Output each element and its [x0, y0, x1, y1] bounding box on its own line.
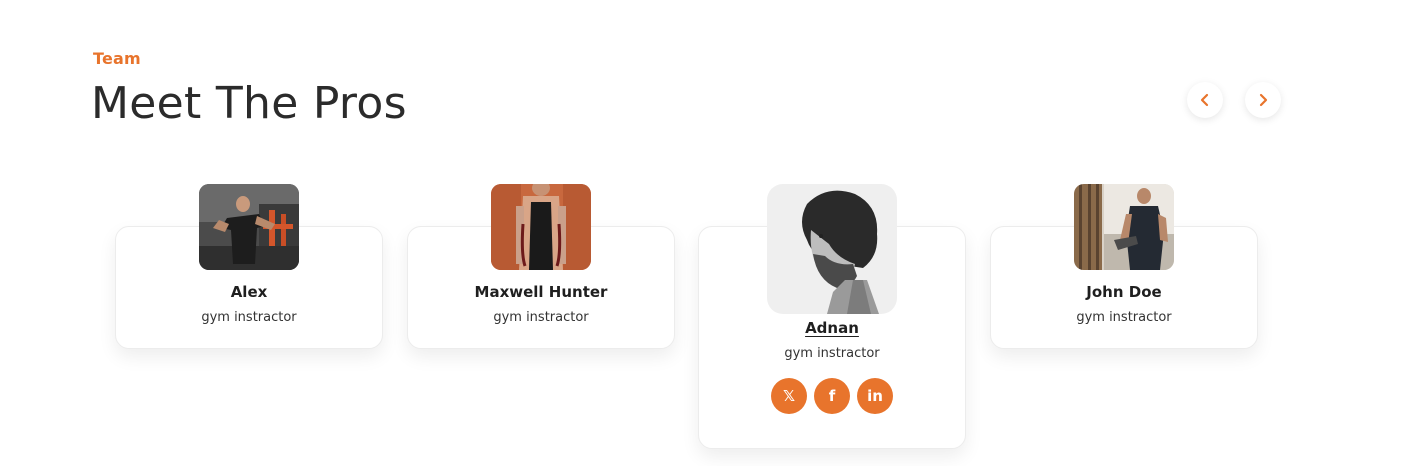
section-eyebrow: Team [93, 49, 141, 68]
facebook-icon[interactable]: f [814, 378, 850, 414]
member-name: John Doe [1086, 283, 1162, 301]
team-card-adnan[interactable]: Adnan gym instractor 𝕏 f in [698, 184, 966, 449]
avatar [1074, 184, 1174, 270]
member-role: gym instractor [201, 310, 297, 325]
team-card-alex[interactable]: Alex gym instractor [115, 184, 383, 349]
avatar [199, 184, 299, 270]
carousel-prev-button[interactable] [1187, 82, 1223, 118]
member-name: Alex [230, 283, 268, 301]
section-title: Meet The Pros [91, 78, 407, 129]
linkedin-icon[interactable]: in [857, 378, 893, 414]
member-role: gym instractor [784, 346, 880, 361]
carousel-next-button[interactable] [1245, 82, 1281, 118]
member-name-link[interactable]: Adnan [699, 319, 965, 337]
chevron-right-icon [1259, 93, 1268, 107]
member-name: Maxwell Hunter [474, 283, 608, 301]
avatar [767, 184, 897, 314]
chevron-left-icon [1200, 93, 1209, 107]
x-twitter-icon[interactable]: 𝕏 [771, 378, 807, 414]
social-links: 𝕏 f in [699, 378, 965, 414]
team-card-maxwell-hunter[interactable]: Maxwell Hunter gym instractor [407, 184, 675, 349]
member-role: gym instractor [493, 310, 589, 325]
member-role: gym instractor [1076, 310, 1172, 325]
team-card-john-doe[interactable]: John Doe gym instractor [990, 184, 1258, 349]
avatar [491, 184, 591, 270]
